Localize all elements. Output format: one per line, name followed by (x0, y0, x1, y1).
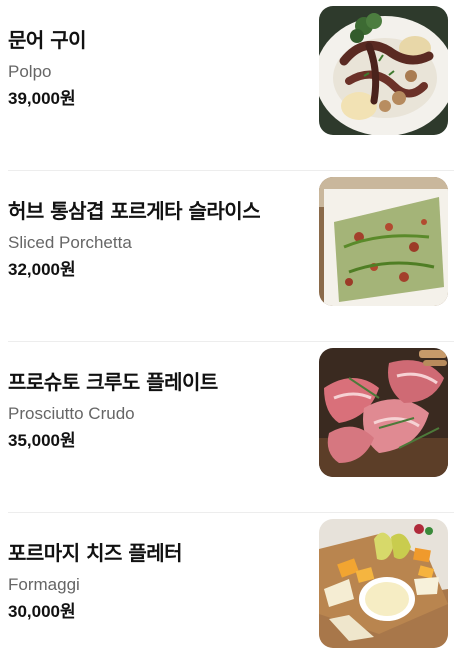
menu-item-name-en: Formaggi (8, 575, 80, 594)
menu-item-name-en: Polpo (8, 62, 52, 81)
menu-item-price: 30,000원 (8, 602, 76, 621)
porchetta-photo[interactable] (319, 177, 448, 306)
menu-item-text: 문어 구이 Polpo 39,000원 (8, 0, 87, 170)
menu-item-text: 포르마지 치즈 플레터 Formaggi 30,000원 (8, 513, 183, 664)
menu-item-price: 35,000원 (8, 431, 76, 450)
menu-item-porchetta[interactable]: 허브 통삼겹 포르게타 슬라이스 Sliced Porchetta 32,000… (8, 171, 454, 342)
menu-item-price: 32,000원 (8, 260, 76, 279)
menu-item-text: 프로슈토 크루도 플레이트 Prosciutto Crudo 35,000원 (8, 342, 218, 512)
menu-item-prosciutto[interactable]: 프로슈토 크루도 플레이트 Prosciutto Crudo 35,000원 (8, 342, 454, 513)
menu-item-text: 허브 통삼겹 포르게타 슬라이스 Sliced Porchetta 32,000… (8, 171, 261, 341)
formaggi-photo[interactable] (319, 519, 448, 648)
menu-item-name-ko: 포르마지 치즈 플레터 (8, 541, 183, 565)
menu-item-name-en: Prosciutto Crudo (8, 404, 135, 423)
menu-item-name-ko: 문어 구이 (8, 28, 87, 52)
menu-item-price: 39,000원 (8, 89, 76, 108)
menu-item-polpo[interactable]: 문어 구이 Polpo 39,000원 (8, 0, 454, 171)
menu-item-name-en: Sliced Porchetta (8, 233, 132, 252)
menu-item-name-ko: 프로슈토 크루도 플레이트 (8, 370, 218, 394)
polpo-photo[interactable] (319, 6, 448, 135)
prosciutto-photo[interactable] (319, 348, 448, 477)
menu-item-name-ko: 허브 통삼겹 포르게타 슬라이스 (8, 199, 261, 223)
menu-list: 문어 구이 Polpo 39,000원 허브 통삼겹 포르게타 슬라이스 Sli… (0, 0, 454, 664)
menu-item-formaggi[interactable]: 포르마지 치즈 플레터 Formaggi 30,000원 (8, 513, 454, 664)
